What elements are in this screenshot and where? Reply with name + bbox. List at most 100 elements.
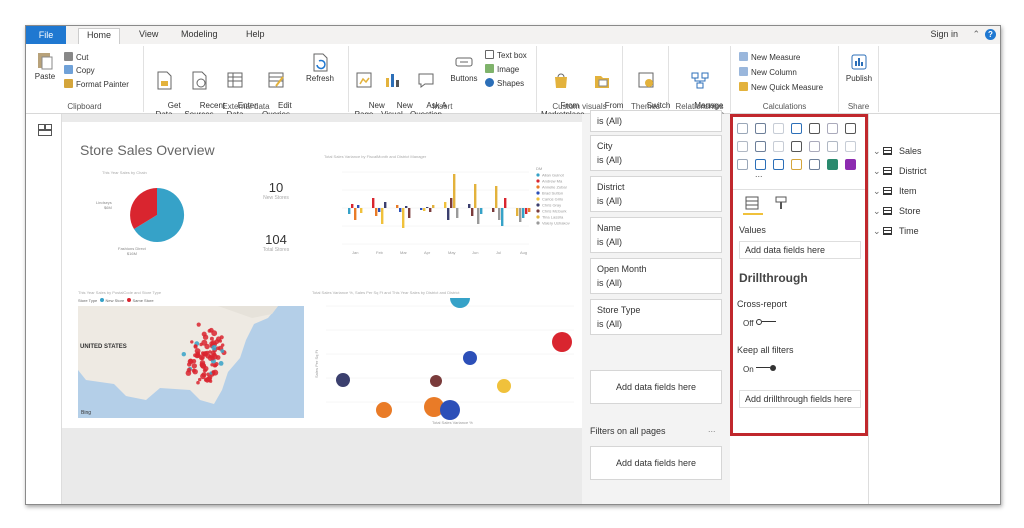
visual-type-icon[interactable] — [827, 159, 838, 170]
bar[interactable] — [480, 208, 483, 214]
shapes-button[interactable]: Shapes — [485, 78, 524, 88]
signin-link[interactable]: Sign in — [930, 29, 958, 39]
scatter-point[interactable] — [552, 332, 572, 352]
field-table-item[interactable]: ⌄ Item — [873, 184, 917, 198]
filter-card[interactable]: Name is (All) — [590, 217, 722, 253]
store-dot[interactable] — [188, 358, 193, 364]
keep-filters-toggle[interactable]: On — [743, 365, 778, 374]
drillthrough-drop[interactable]: Add drillthrough fields here — [739, 390, 861, 408]
store-dot[interactable] — [211, 344, 217, 351]
filter-card[interactable]: Open Month is (All) — [590, 258, 722, 294]
textbox-button[interactable]: Text box — [485, 50, 527, 60]
kpi-total-stores[interactable]: 104 Total Stores — [250, 232, 302, 253]
pie-chart[interactable] — [122, 180, 192, 250]
bar[interactable] — [381, 208, 384, 224]
bar[interactable] — [384, 202, 387, 208]
visual-type-icon[interactable] — [773, 159, 784, 170]
visual-type-icon[interactable] — [827, 141, 838, 152]
store-dot[interactable] — [216, 346, 221, 351]
bar[interactable] — [516, 208, 519, 216]
bar[interactable] — [429, 208, 432, 212]
bar[interactable] — [357, 205, 360, 208]
visual-type-icon[interactable] — [791, 141, 802, 152]
values-drop[interactable]: Add data fields here — [739, 241, 861, 259]
tab-file[interactable]: File — [26, 26, 66, 44]
report-view-icon[interactable] — [38, 124, 52, 136]
tab-home[interactable]: Home — [78, 28, 121, 44]
bar[interactable] — [504, 198, 507, 208]
bar[interactable] — [396, 205, 399, 208]
store-dot[interactable] — [204, 343, 210, 350]
store-dot[interactable] — [209, 336, 214, 341]
buttons-button[interactable]: Buttons — [447, 52, 481, 83]
store-dot[interactable] — [208, 350, 212, 354]
fields-well-icon[interactable] — [745, 196, 759, 210]
store-dot[interactable] — [181, 352, 186, 357]
store-dot[interactable] — [220, 349, 225, 353]
bar[interactable] — [450, 198, 453, 208]
store-dot[interactable] — [190, 340, 194, 344]
store-dot[interactable] — [196, 322, 201, 327]
bar[interactable] — [351, 204, 354, 208]
store-dot[interactable] — [210, 355, 215, 361]
filter-card[interactable]: District is (All) — [590, 176, 722, 212]
bar[interactable] — [426, 207, 429, 208]
visual-type-icon[interactable] — [737, 123, 748, 134]
new-measure-button[interactable]: New Measure — [739, 52, 800, 62]
visual-type-icon[interactable] — [791, 123, 802, 134]
chevron-down-icon[interactable]: ⌄ — [873, 224, 881, 238]
store-dot[interactable] — [212, 369, 219, 376]
cross-report-toggle[interactable]: Off — [743, 319, 778, 328]
filter-card[interactable]: Store Type is (All) — [590, 299, 722, 335]
bar[interactable] — [405, 206, 408, 208]
store-dot[interactable] — [185, 370, 192, 376]
bar[interactable] — [456, 208, 459, 218]
scatter-point[interactable] — [463, 351, 477, 365]
store-dot[interactable] — [191, 363, 197, 369]
visual-type-icon[interactable] — [845, 141, 856, 152]
bar[interactable] — [477, 208, 480, 224]
store-map[interactable]: UNITED STATES Bing — [78, 306, 304, 418]
store-dot[interactable] — [192, 369, 198, 375]
bar[interactable] — [399, 208, 402, 212]
chevron-down-icon[interactable]: ⌄ — [873, 164, 881, 178]
tab-help[interactable]: Help — [246, 29, 265, 39]
bar[interactable] — [375, 208, 378, 216]
visual-type-icon[interactable] — [809, 123, 820, 134]
bar[interactable] — [372, 198, 375, 208]
visual-type-icon[interactable] — [773, 141, 784, 152]
store-dot[interactable] — [199, 362, 205, 368]
field-table-district[interactable]: ⌄ District — [873, 164, 927, 178]
bar[interactable] — [474, 184, 477, 208]
bar[interactable] — [432, 205, 435, 208]
chevron-down-icon[interactable]: ⌄ — [873, 184, 881, 198]
image-button[interactable]: Image — [485, 64, 519, 74]
store-dot[interactable] — [202, 334, 209, 340]
field-table-sales[interactable]: ⌄ Sales — [873, 144, 922, 158]
more-visuals-icon[interactable]: ... — [755, 169, 763, 179]
store-dot[interactable] — [201, 372, 207, 378]
visual-type-icon[interactable] — [809, 141, 820, 152]
visual-type-icon[interactable] — [827, 123, 838, 134]
scatter-point[interactable] — [440, 400, 460, 420]
filters-more-icon[interactable]: ... — [708, 424, 716, 434]
scatter-point[interactable] — [430, 375, 442, 387]
refresh-button[interactable]: Refresh — [302, 52, 338, 83]
tab-modeling[interactable]: Modeling — [181, 29, 218, 39]
bar[interactable] — [495, 186, 498, 208]
store-dot[interactable] — [203, 378, 208, 382]
format-roller-icon[interactable] — [775, 196, 787, 210]
bar[interactable] — [471, 208, 474, 216]
visual-type-icon[interactable] — [845, 159, 856, 170]
report-page[interactable]: Store Sales Overview This Year Sales by … — [62, 122, 582, 428]
field-table-time[interactable]: ⌄ Time — [873, 224, 919, 238]
scatter-point[interactable] — [376, 402, 392, 418]
bar[interactable] — [525, 208, 528, 214]
visual-type-icon[interactable] — [791, 159, 802, 170]
publish-button[interactable]: Publish — [842, 52, 876, 83]
bar-chart[interactable]: Jan Feb Mar Apr May Jun Jul Aug DM Allan Guinot… — [324, 162, 574, 262]
new-column-button[interactable]: New Column — [739, 67, 797, 77]
paste-button[interactable]: Paste — [32, 50, 58, 81]
store-dot[interactable] — [195, 353, 201, 358]
kpi-new-stores[interactable]: 10 New Stores — [256, 180, 296, 201]
